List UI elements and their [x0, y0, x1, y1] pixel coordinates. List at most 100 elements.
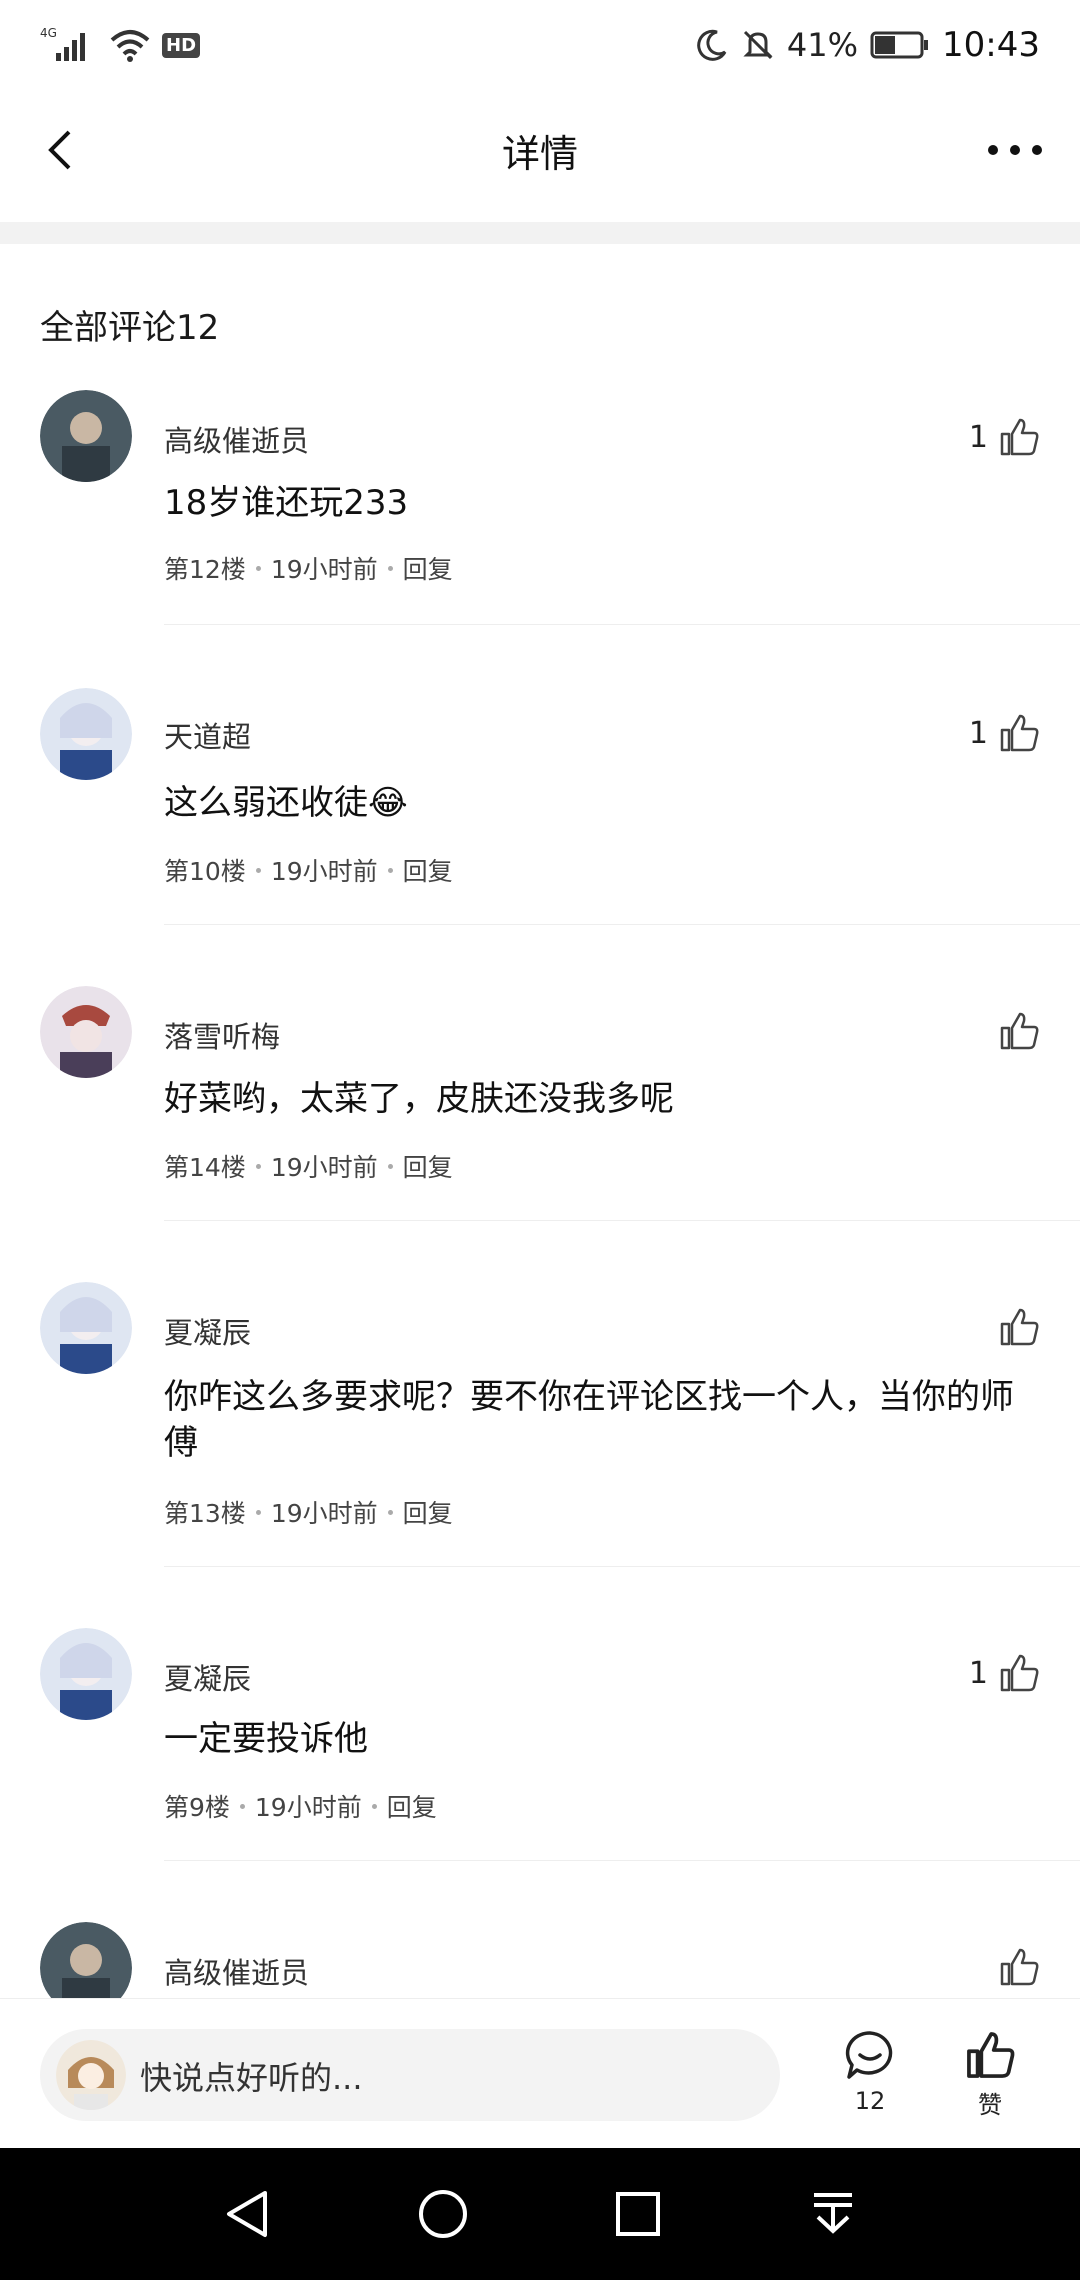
like-button[interactable] [988, 1306, 1040, 1348]
comment-time: 19小时前 [270, 1499, 378, 1528]
like-label: 赞 [978, 2091, 1002, 2119]
reply-button[interactable]: 回复 [403, 550, 453, 586]
avatar[interactable] [40, 390, 132, 482]
battery-icon [870, 31, 929, 59]
comment-username[interactable]: 高级催逝员 [164, 1950, 309, 1992]
reply-button[interactable]: 回复 [387, 1788, 437, 1824]
comment-username[interactable]: 夏凝辰 [164, 1656, 251, 1698]
like-button[interactable]: 1 [969, 712, 1040, 754]
like-count: 1 [968, 419, 988, 455]
separator-dot [239, 1803, 245, 1809]
comment-item: 高级催逝员 18岁谁还玩233 第12楼 19小时前 回复 1 [0, 388, 1080, 628]
more-dots-icon [988, 145, 1042, 155]
separator-dot [387, 867, 393, 873]
comment-count: 12 [854, 2087, 886, 2115]
row-divider [164, 1860, 1080, 1861]
comment-meta: 第12楼 19小时前 回复 [164, 550, 453, 586]
comment-floor: 第10楼 [164, 857, 246, 886]
triangle-back-icon [226, 2191, 267, 2237]
comment-text: 你咋这么多要求呢？要不你在评论区找一个人，当你的师傅 [164, 1377, 1014, 1463]
comment-text: 好菜哟，太菜了，皮肤还没我多呢 [164, 1079, 674, 1119]
comment-floor: 第12楼 [164, 555, 246, 584]
square-recents-icon [615, 2192, 660, 2236]
like-post-button[interactable]: 赞 [950, 2029, 1030, 2120]
comment-username[interactable]: 落雪听梅 [164, 1014, 280, 1056]
comment-input-placeholder: 快说点好听的... [140, 2059, 363, 2097]
comment-bubble-icon [845, 2031, 893, 2079]
svg-text:4G: 4G [40, 26, 57, 40]
chevron-left-icon [48, 130, 71, 170]
comment-item: 天道超 这么弱还收徒😂 第10楼 19小时前 回复 1 [0, 688, 1080, 928]
comment-username[interactable]: 高级催逝员 [164, 418, 309, 460]
separator-dot [255, 867, 261, 873]
more-button[interactable] [980, 120, 1050, 180]
header: 详情 [0, 90, 1080, 210]
comments-section-title: 全部评论12 [40, 308, 220, 348]
status-time: 10:43 [942, 25, 1040, 65]
battery-percent: 41% [786, 26, 859, 64]
comment-username[interactable]: 天道超 [164, 714, 251, 756]
row-divider [164, 1566, 1080, 1567]
back-button[interactable] [30, 120, 90, 180]
separator-dot [255, 1163, 261, 1169]
comment-meta: 第10楼 19小时前 回复 [164, 852, 453, 888]
comment-time: 19小时前 [270, 1153, 378, 1182]
comment-text: 一定要投诉他 [164, 1719, 368, 1759]
comment-text: 这么弱还收徒😂 [164, 783, 408, 823]
avatar[interactable] [40, 1628, 132, 1720]
avatar[interactable] [40, 986, 132, 1078]
comment-meta: 第13楼 19小时前 回复 [164, 1494, 453, 1530]
like-count: 1 [968, 1655, 988, 1691]
separator-dot [371, 1803, 377, 1809]
row-divider [164, 924, 1080, 925]
comment-item: 高级催逝员 [0, 1922, 1080, 1998]
comment-item: 夏凝辰 你咋这么多要求呢？要不你在评论区找一个人，当你的师傅 第13楼 19小时… [0, 1282, 1080, 1572]
like-button[interactable] [998, 1946, 1040, 1988]
bell-muted-icon [743, 30, 773, 60]
status-left: 4G HD [40, 25, 201, 65]
thumbs-up-icon [967, 2032, 1015, 2078]
row-divider [164, 1220, 1080, 1221]
section-divider [0, 222, 1080, 244]
separator-dot [387, 1509, 393, 1515]
reply-button[interactable]: 回复 [403, 1148, 453, 1184]
nav-back-button[interactable] [208, 2174, 288, 2254]
thumbs-up-icon [1000, 418, 1039, 456]
thumbs-up-icon [1000, 1012, 1039, 1050]
avatar[interactable] [40, 688, 132, 780]
like-button[interactable]: 1 [969, 1652, 1040, 1694]
thumbs-up-icon [1000, 714, 1039, 752]
nav-recents-button[interactable] [598, 2174, 678, 2254]
avatar[interactable] [40, 1282, 132, 1374]
thumbs-up-icon [1000, 1654, 1039, 1692]
separator-dot [387, 1163, 393, 1169]
separator-dot [387, 565, 393, 571]
nav-home-button[interactable] [403, 2174, 483, 2254]
like-count: 1 [968, 715, 988, 751]
separator-dot [255, 565, 261, 571]
comment-input[interactable]: 快说点好听的... [40, 2029, 780, 2121]
like-button[interactable] [988, 1010, 1040, 1052]
comment-time: 19小时前 [254, 1793, 362, 1822]
wifi-icon [110, 30, 150, 62]
avatar[interactable] [40, 1922, 132, 1998]
reply-button[interactable]: 回复 [403, 1494, 453, 1530]
comment-floor: 第14楼 [164, 1153, 246, 1182]
comment-text: 18岁谁还玩233 [164, 483, 409, 523]
comment-username[interactable]: 夏凝辰 [164, 1310, 251, 1352]
comments-button[interactable]: 12 [830, 2029, 910, 2115]
reply-button[interactable]: 回复 [403, 852, 453, 888]
comment-floor: 第13楼 [164, 1499, 246, 1528]
comment-input-bar: 快说点好听的... 12 赞 [0, 1998, 1080, 2149]
comment-item: 夏凝辰 一定要投诉他 第9楼 19小时前 回复 1 [0, 1628, 1080, 1868]
comment-item: 落雪听梅 好菜哟，太菜了，皮肤还没我多呢 第14楼 19小时前 回复 [0, 986, 1080, 1226]
status-bar: 4G HD 41% 10:43 [0, 0, 1080, 90]
system-nav-bar [0, 2148, 1080, 2280]
thumbs-up-icon [1000, 1948, 1039, 1986]
hd-badge: HD [162, 32, 201, 58]
like-button[interactable]: 1 [969, 416, 1040, 458]
nav-notification-button[interactable] [793, 2174, 873, 2254]
comment-floor: 第9楼 [164, 1793, 230, 1822]
row-divider [164, 624, 1080, 625]
pull-down-icon [813, 2193, 852, 2234]
